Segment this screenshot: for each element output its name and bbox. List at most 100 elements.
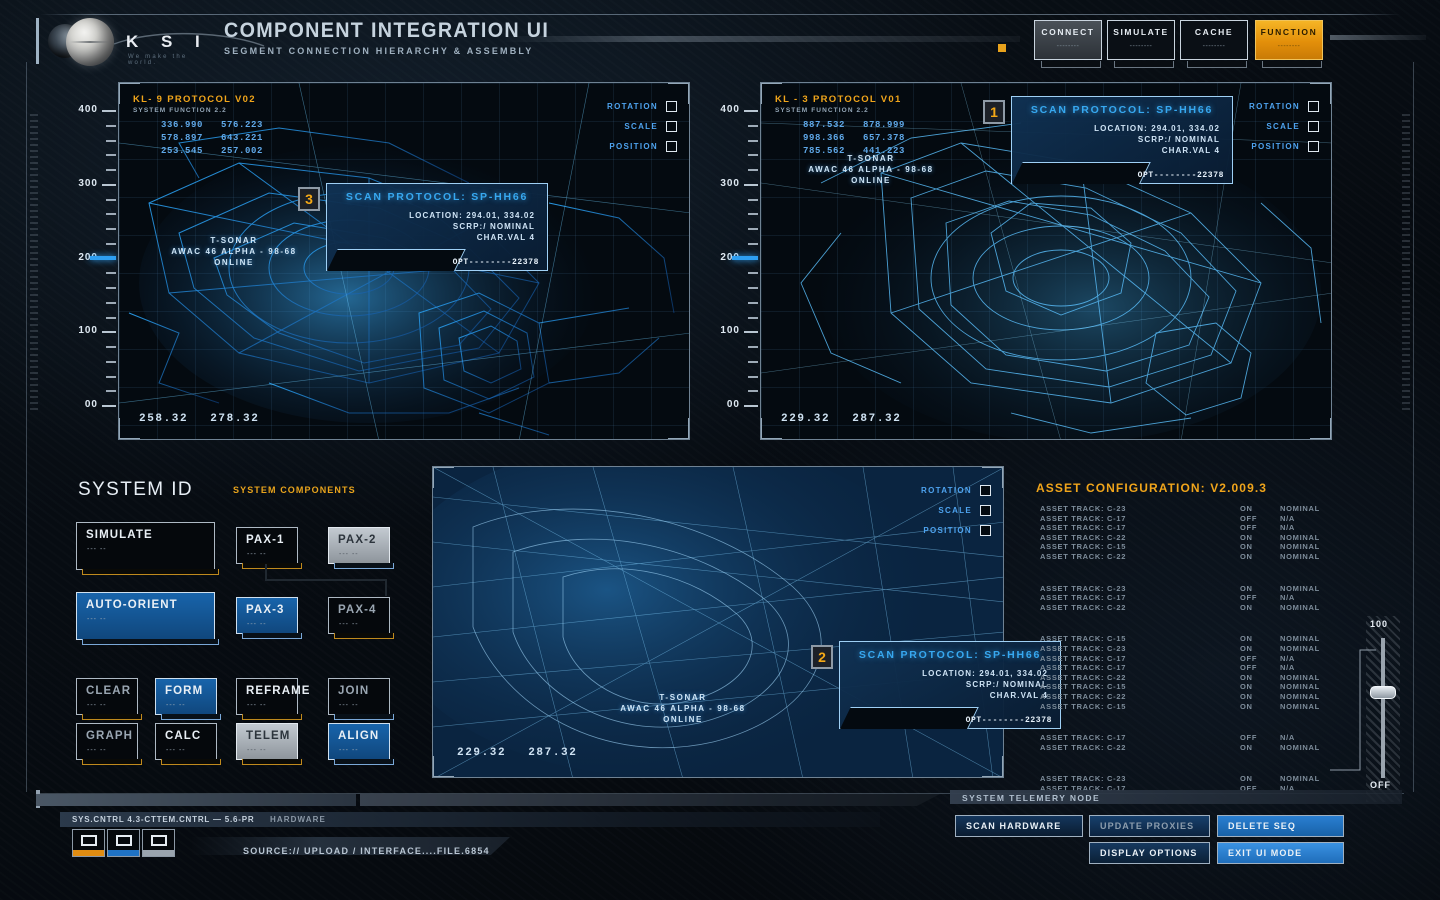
asset-track-row[interactable]: ASSET TRACK: C-17 OFF N/A bbox=[1040, 663, 1350, 672]
viewport-3-popup-badge[interactable]: 2 bbox=[811, 645, 833, 669]
asset-track-row[interactable]: ASSET TRACK: C-22 ON NOMINAL bbox=[1040, 692, 1350, 701]
viewport-3-rotation-toggle[interactable]: ROTATION bbox=[871, 480, 991, 500]
asset-track-row[interactable]: ASSET TRACK: C-23 ON NOMINAL bbox=[1040, 774, 1350, 783]
auto-orient-control[interactable]: AUTO-ORIENT --- -- bbox=[76, 592, 219, 645]
asset-track-row[interactable]: ASSET TRACK: C-17 OFF N/A bbox=[1040, 593, 1350, 602]
ruler-tick bbox=[106, 272, 116, 275]
viewport-3[interactable]: ROTATION SCALE POSITION T-SONAR AWAC 46 … bbox=[432, 466, 1004, 778]
viewport-3-position-toggle[interactable]: POSITION bbox=[871, 520, 991, 540]
position-checkbox[interactable] bbox=[666, 140, 677, 152]
asset-track-value: N/A bbox=[1280, 733, 1296, 743]
asset-track-row[interactable]: ASSET TRACK: C-22 ON NOMINAL bbox=[1040, 533, 1350, 542]
viewport-1-position-toggle[interactable]: POSITION bbox=[557, 136, 677, 156]
exit-ui-mode-button[interactable]: EXIT UI MODE bbox=[1217, 842, 1344, 864]
asset-track-row[interactable]: ASSET TRACK: C-23 ON NOMINAL bbox=[1040, 584, 1350, 593]
scan-popup-opt: OPT--------22378 bbox=[452, 258, 539, 267]
pax-2-control[interactable]: PAX-2 --- -- bbox=[328, 527, 394, 569]
viewport-3-scale-toggle[interactable]: SCALE bbox=[871, 500, 991, 520]
asset-track-row[interactable]: ASSET TRACK: C-22 ON NOMINAL bbox=[1040, 552, 1350, 561]
asset-track-row[interactable]: ASSET TRACK: C-15 ON NOMINAL bbox=[1040, 634, 1350, 643]
simulate-button[interactable]: SIMULATE -------- bbox=[1107, 20, 1175, 68]
reframe-shadow bbox=[242, 714, 302, 720]
asset-track-row[interactable]: ASSET TRACK: C-17 OFF N/A bbox=[1040, 654, 1350, 663]
header-streak bbox=[500, 36, 1020, 42]
graph-control[interactable]: GRAPH --- -- bbox=[76, 723, 142, 765]
ruler-tick bbox=[748, 346, 758, 348]
asset-track-row[interactable]: ASSET TRACK: C-23 ON NOMINAL bbox=[1040, 504, 1350, 513]
asset-track-row[interactable]: ASSET TRACK: C-17 OFF N/A bbox=[1040, 514, 1350, 523]
window-tab-3[interactable] bbox=[142, 829, 175, 857]
viewport-1-popup-badge[interactable]: 3 bbox=[298, 187, 320, 211]
simulate-button-dash: -------- bbox=[1129, 43, 1153, 50]
scale-checkbox[interactable] bbox=[666, 120, 677, 132]
simulate-control[interactable]: SIMULATE --- -- bbox=[76, 522, 219, 575]
slider-track[interactable] bbox=[1381, 638, 1385, 778]
viewport-2-scan-popup[interactable]: SCAN PROTOCOL: SP-HH66 LOCATION: 294.01,… bbox=[1011, 96, 1233, 184]
ruler-tick bbox=[748, 301, 758, 304]
ruler-label: 400 bbox=[720, 104, 740, 115]
viewport-2-popup-badge[interactable]: 1 bbox=[983, 100, 1005, 124]
ruler-tick bbox=[748, 213, 758, 216]
asset-track-state: ON bbox=[1240, 504, 1253, 513]
asset-track-state: ON bbox=[1240, 692, 1253, 701]
pax-1-control[interactable]: PAX-1 --- -- bbox=[236, 527, 302, 569]
position-checkbox[interactable] bbox=[1308, 140, 1319, 152]
ruler-label: 400 bbox=[78, 104, 98, 115]
cache-button-tab bbox=[1187, 61, 1247, 68]
sonar-line-1: T-SONAR bbox=[210, 236, 258, 245]
position-checkbox[interactable] bbox=[980, 524, 991, 536]
rotation-checkbox[interactable] bbox=[1308, 100, 1319, 112]
window-tab-2[interactable] bbox=[107, 829, 140, 857]
asset-track-row[interactable]: ASSET TRACK: C-15 ON NOMINAL bbox=[1040, 682, 1350, 691]
asset-track-row[interactable]: ASSET TRACK: C-17 OFF N/A bbox=[1040, 523, 1350, 532]
asset-track-value: NOMINAL bbox=[1280, 552, 1320, 561]
asset-track-row[interactable]: ASSET TRACK: C-17 OFF N/A bbox=[1040, 733, 1350, 742]
window-tab-1[interactable] bbox=[72, 829, 105, 857]
join-control[interactable]: JOIN --- -- bbox=[328, 678, 394, 720]
viewport-3-scan-popup[interactable]: SCAN PROTOCOL: SP-HH66 LOCATION: 294.01,… bbox=[839, 641, 1061, 729]
clear-control[interactable]: CLEAR --- -- bbox=[76, 678, 142, 720]
connect-button[interactable]: CONNECT -------- bbox=[1034, 20, 1102, 68]
window-tab-2-accent bbox=[108, 850, 139, 856]
ruler-cursor[interactable] bbox=[732, 255, 758, 260]
asset-track-row[interactable]: ASSET TRACK: C-22 ON NOMINAL bbox=[1040, 603, 1350, 612]
update-proxies-button[interactable]: UPDATE PROXIES bbox=[1089, 815, 1210, 837]
reframe-label: REFRAME bbox=[246, 685, 311, 697]
intensity-slider[interactable]: 100 OFF bbox=[1370, 619, 1396, 790]
function-button-tab bbox=[1262, 61, 1322, 68]
asset-track-row[interactable]: ASSET TRACK: C-22 ON NOMINAL bbox=[1040, 673, 1350, 682]
clear-shadow bbox=[82, 714, 142, 720]
function-button[interactable]: FUNCTION -------- bbox=[1255, 20, 1323, 68]
calc-control[interactable]: CALC --- -- bbox=[155, 723, 221, 765]
ruler-tick bbox=[748, 139, 758, 142]
ruler-tick bbox=[106, 198, 116, 201]
viewport-1-rotation-toggle[interactable]: ROTATION bbox=[557, 96, 677, 116]
asset-track-row[interactable]: ASSET TRACK: C-22 ON NOMINAL bbox=[1040, 743, 1350, 752]
rotation-checkbox[interactable] bbox=[980, 484, 991, 496]
cache-button[interactable]: CACHE -------- bbox=[1180, 20, 1248, 68]
ruler-tick bbox=[106, 346, 116, 348]
delete-seq-button[interactable]: DELETE SEQ bbox=[1217, 815, 1344, 837]
ruler-tick bbox=[748, 242, 758, 245]
telem-control[interactable]: TELEM --- -- bbox=[236, 723, 302, 765]
scan-hardware-button[interactable]: SCAN HARDWARE bbox=[955, 815, 1083, 837]
scale-checkbox[interactable] bbox=[980, 504, 991, 516]
reframe-control[interactable]: REFRAME --- -- bbox=[236, 678, 309, 720]
asset-track-row[interactable]: ASSET TRACK: C-23 ON NOMINAL bbox=[1040, 644, 1350, 653]
rotation-checkbox[interactable] bbox=[666, 100, 677, 112]
ruler-tick bbox=[102, 183, 116, 186]
pax-3-control[interactable]: PAX-3 --- -- bbox=[236, 597, 302, 639]
ruler-tick bbox=[744, 183, 758, 186]
asset-track-row[interactable]: ASSET TRACK: C-15 ON NOMINAL bbox=[1040, 702, 1350, 711]
viewport-1-scan-popup[interactable]: SCAN PROTOCOL: SP-HH66 LOCATION: 294.01,… bbox=[326, 183, 548, 271]
pax-4-control[interactable]: PAX-4 --- -- bbox=[328, 597, 394, 639]
align-control[interactable]: ALIGN --- -- bbox=[328, 723, 394, 765]
scale-checkbox[interactable] bbox=[1308, 120, 1319, 132]
display-options-button[interactable]: DISPLAY OPTIONS bbox=[1089, 842, 1210, 864]
viewport-1-scale-toggle[interactable]: SCALE bbox=[557, 116, 677, 136]
ruler-cursor[interactable] bbox=[90, 255, 116, 260]
left-rail-hatch bbox=[30, 110, 38, 410]
asset-track-row[interactable]: ASSET TRACK: C-15 ON NOMINAL bbox=[1040, 542, 1350, 551]
slider-knob[interactable] bbox=[1370, 686, 1396, 699]
form-control[interactable]: FORM --- -- bbox=[155, 678, 221, 720]
